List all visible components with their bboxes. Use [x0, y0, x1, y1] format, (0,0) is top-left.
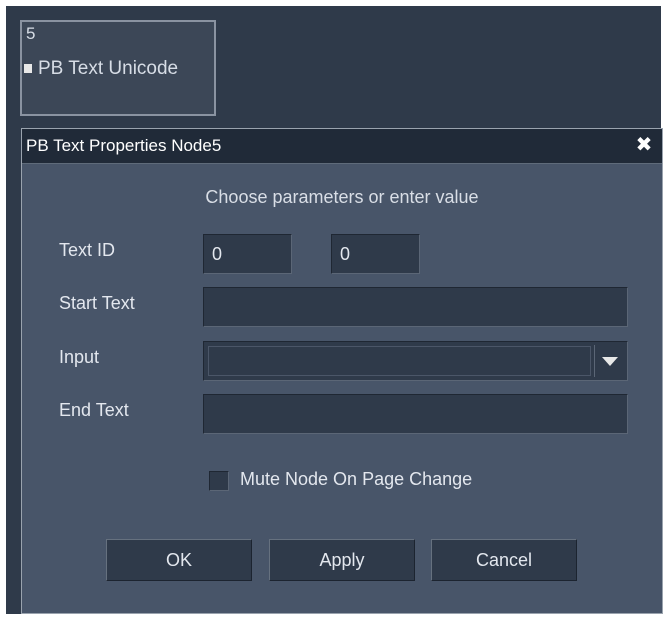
node-number: 5: [26, 24, 36, 43]
close-icon[interactable]: ✖: [634, 135, 654, 155]
mute-node-label[interactable]: Mute Node On Page Change: [240, 469, 472, 490]
node-input-port[interactable]: [24, 64, 32, 73]
text-id-label: Text ID: [59, 240, 116, 260]
end-text-field[interactable]: [203, 394, 628, 434]
input-label: Input: [59, 347, 100, 367]
instruction-text: Choose parameters or enter value: [205, 187, 479, 207]
input-dropdown[interactable]: [203, 341, 628, 381]
ok-button[interactable]: OK: [106, 539, 252, 581]
start-text-field[interactable]: [203, 287, 628, 327]
mute-node-checkbox[interactable]: [209, 471, 229, 491]
node-canvas[interactable]: 5 PB Text Unicode PB Text Properties Nod…: [6, 6, 663, 614]
end-text-label: End Text: [59, 400, 129, 420]
node-box[interactable]: 5 PB Text Unicode: [20, 20, 216, 116]
input-dropdown-value: [208, 346, 591, 376]
dialog-title: PB Text Properties Node5: [26, 136, 222, 155]
dialog-titlebar[interactable]: PB Text Properties Node5 ✖: [22, 129, 662, 164]
node-label: PB Text Unicode: [38, 58, 179, 79]
properties-dialog: PB Text Properties Node5 ✖ Choose parame…: [21, 128, 663, 614]
start-text-label: Start Text: [59, 293, 135, 313]
cancel-button[interactable]: Cancel: [431, 539, 577, 581]
chevron-down-icon[interactable]: [594, 345, 624, 377]
apply-button[interactable]: Apply: [269, 539, 415, 581]
text-id-field-1[interactable]: 0: [203, 234, 292, 274]
text-id-field-2[interactable]: 0: [331, 234, 420, 274]
